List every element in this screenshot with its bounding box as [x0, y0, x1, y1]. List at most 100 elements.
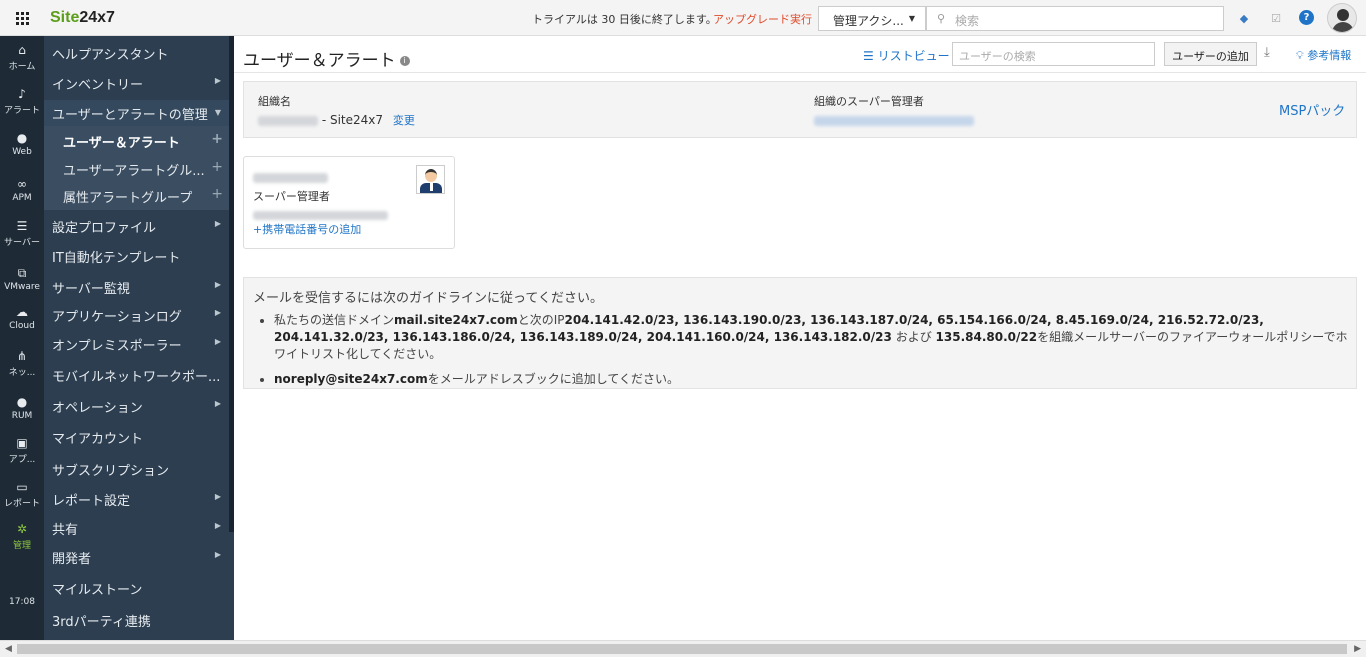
reference-link[interactable]: 💡︎ 参考情報	[1296, 47, 1351, 63]
guidelines-heading: メールを受信するには次のガイドラインに従ってください。	[253, 291, 603, 306]
redacted-text	[258, 115, 318, 126]
rail-vmware[interactable]: ⧉ VMware	[0, 266, 44, 293]
globe-icon: ●	[16, 395, 28, 409]
bell-icon: ♪	[18, 87, 26, 101]
horizontal-scrollbar[interactable]: ◀ ▶	[0, 640, 1366, 657]
menu-server-monitor[interactable]: サーバー監視 ▶	[44, 278, 229, 297]
user-card[interactable]: スーパー管理者 +携帯電話番号の追加	[243, 156, 455, 249]
menu-it-automation[interactable]: IT自動化テンプレート	[44, 247, 229, 266]
user-email	[253, 208, 388, 222]
chevron-down-icon: ▼	[214, 108, 221, 117]
menu-share[interactable]: 共有 ▶	[44, 519, 229, 538]
add-phone-link[interactable]: +携帯電話番号の追加	[253, 221, 361, 237]
page-title: ユーザー＆アラート i	[243, 46, 410, 71]
gear-icon: ✲	[16, 522, 28, 536]
menu-attribute-alert-groups[interactable]: 属性アラートグループ +	[44, 187, 229, 206]
menu-third-party[interactable]: 3rdパーティ連携	[44, 611, 229, 630]
rail-alarms[interactable]: ♪ アラート	[0, 87, 44, 117]
top-bar: Site24x7 トライアルは 30 日後に終了します。 アップグレード実行 管…	[0, 0, 1366, 36]
menu-mobile-network-poller[interactable]: モバイルネットワークポー...	[44, 366, 229, 385]
chevron-right-icon: ▶	[214, 76, 221, 85]
checklist-icon[interactable]: ☑	[1268, 10, 1284, 26]
scrollbar-thumb[interactable]	[17, 644, 1347, 654]
scroll-left-icon[interactable]: ◀	[5, 644, 12, 654]
menu-report-settings[interactable]: レポート設定 ▶	[44, 490, 229, 509]
admin-actions-dropdown[interactable]: 管理アクシ... ▼	[818, 6, 926, 31]
globe-icon: ●	[16, 131, 28, 145]
chevron-right-icon: ▶	[214, 280, 221, 289]
menu-user-alert-groups[interactable]: ユーザーアラートグル... +	[44, 160, 229, 179]
clock-time: 17:08	[9, 597, 35, 607]
rail-apps[interactable]: ▣ アプ...	[0, 436, 44, 466]
main-content: ユーザー＆アラート i ☰ リストビュー ユーザーの検索 ユーザーの追加 ⤓ 💡︎…	[234, 36, 1366, 640]
rail-network[interactable]: ⋔ ネッ...	[0, 349, 44, 379]
rail-apm[interactable]: ∞ APM	[0, 177, 44, 204]
user-search-input[interactable]: ユーザーの検索	[952, 42, 1155, 66]
redacted-text	[814, 115, 974, 126]
user-avatar[interactable]	[1327, 3, 1357, 33]
menu-help-assistant[interactable]: ヘルプアシスタント	[44, 44, 229, 63]
menu-user-alert-management[interactable]: ユーザーとアラートの管理 ▼	[44, 100, 229, 126]
lightbulb-icon: 💡︎	[1296, 49, 1308, 62]
app-grid-button[interactable]	[0, 0, 44, 36]
info-icon[interactable]: i	[399, 56, 410, 66]
global-search-input[interactable]: ⚲ 検索	[926, 6, 1224, 31]
menu-application-logs[interactable]: アプリケーションログ ▶	[44, 306, 229, 325]
rail-home[interactable]: ⌂ ホーム	[0, 44, 44, 73]
list-view-link[interactable]: ☰ リストビュー	[863, 47, 950, 64]
guidelines-list: 私たちの送信ドメインmail.site24x7.comと次のIP204.141.…	[274, 312, 1349, 396]
caret-down-icon: ▼	[908, 14, 915, 23]
list-item: noreply@site24x7.comをメールアドレスブックに追加してください…	[274, 371, 1349, 388]
help-icon[interactable]: ?	[1299, 10, 1314, 25]
app-icon: ▣	[16, 436, 28, 450]
menu-users-alerts[interactable]: ユーザー＆アラート +	[44, 132, 229, 151]
list-icon: ☰	[863, 49, 878, 63]
rail-admin[interactable]: ✲ 管理	[0, 522, 44, 552]
menu-inventory[interactable]: インベントリー ▶	[44, 74, 229, 93]
search-icon: ⚲	[937, 12, 946, 25]
msp-pack-link[interactable]: MSPパック	[1279, 100, 1345, 119]
announcement-icon[interactable]: ◆	[1236, 10, 1252, 26]
menu-operations[interactable]: オペレーション ▶	[44, 397, 229, 416]
network-icon: ⋔	[16, 349, 28, 363]
cloud-icon: ☁	[16, 305, 28, 319]
chevron-right-icon: ▶	[214, 550, 221, 559]
rail-cloud[interactable]: ☁ Cloud	[0, 305, 44, 332]
chevron-right-icon: ▶	[214, 219, 221, 228]
binoculars-icon: ∞	[17, 177, 27, 191]
user-avatar-icon	[416, 165, 445, 194]
chevron-right-icon: ▶	[214, 521, 221, 530]
rail-rum[interactable]: ● RUM	[0, 395, 44, 422]
icon-rail: ⌂ ホーム ♪ アラート ● Web ∞ APM ☰ サーバー ⧉ VMware ☁ Clou…	[0, 36, 44, 640]
server-icon: ☰	[16, 219, 28, 233]
org-name-label: 組織名	[258, 95, 291, 108]
trial-notice: トライアルは 30 日後に終了します。	[532, 13, 717, 26]
admin-side-menu: ヘルプアシスタント インベントリー ▶ ユーザーとアラートの管理 ▼ ユーザー＆アラ…	[44, 36, 234, 640]
plus-icon[interactable]: +	[211, 132, 223, 147]
chevron-right-icon: ▶	[214, 337, 221, 346]
vmware-icon: ⧉	[17, 266, 27, 280]
site24x7-logo[interactable]: Site24x7	[50, 9, 115, 27]
menu-onpremise-poller[interactable]: オンプレミスポーラー ▶	[44, 335, 229, 354]
menu-milestone[interactable]: マイルストーン	[44, 579, 229, 598]
menu-config-profiles[interactable]: 設定プロファイル ▶	[44, 217, 229, 236]
menu-my-account[interactable]: マイアカウント	[44, 428, 229, 447]
add-user-button[interactable]: ユーザーの追加	[1164, 42, 1257, 66]
rail-reports[interactable]: ▭ レポート	[0, 480, 44, 510]
menu-developer[interactable]: 開発者 ▶	[44, 548, 229, 567]
super-admin-email[interactable]	[814, 113, 974, 127]
rail-web[interactable]: ● Web	[0, 131, 44, 158]
download-icon[interactable]: ⤓	[1264, 45, 1270, 60]
plus-icon[interactable]: +	[211, 187, 223, 202]
change-org-link[interactable]: 変更	[393, 114, 415, 127]
org-panel: 組織名 - Site24x7 変更 組織のスーパー管理者 MSPパック	[243, 81, 1357, 138]
menu-subscription[interactable]: サブスクリプション	[44, 460, 229, 479]
chevron-right-icon: ▶	[214, 308, 221, 317]
upgrade-link[interactable]: アップグレード実行	[713, 11, 812, 27]
super-admin-label: 組織のスーパー管理者	[814, 95, 924, 108]
plus-icon[interactable]: +	[211, 160, 223, 175]
report-icon: ▭	[16, 480, 28, 494]
grid-icon	[15, 11, 29, 25]
scroll-right-icon[interactable]: ▶	[1354, 644, 1361, 654]
rail-server[interactable]: ☰ サーバー	[0, 219, 44, 249]
